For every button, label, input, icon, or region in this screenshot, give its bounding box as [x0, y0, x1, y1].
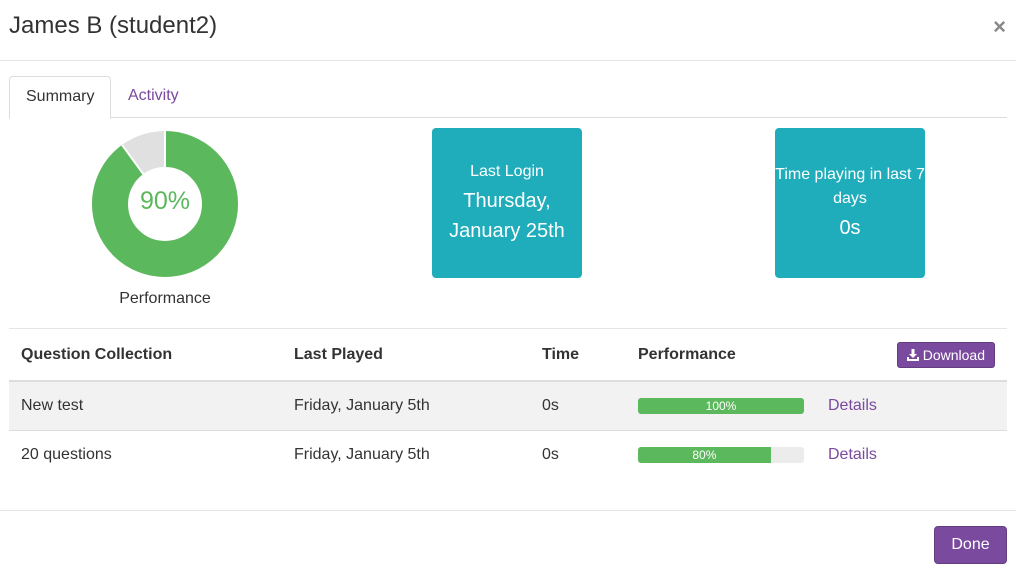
collection-name: 20 questions — [9, 429, 282, 479]
tab-bar: Summary Activity — [9, 76, 1007, 119]
header-last-played: Last Played — [282, 329, 530, 382]
collection-name: New test — [9, 380, 282, 430]
done-button[interactable]: Done — [934, 526, 1007, 564]
header-performance: Performance — [626, 329, 816, 382]
table-row: 20 questions Friday, January 5th 0s 80% … — [9, 429, 1007, 479]
modal-header: James B (student2) × — [0, 0, 1016, 61]
table-row: New test Friday, January 5th 0s 100% Det… — [9, 380, 1007, 430]
download-icon — [906, 348, 919, 361]
details-link[interactable]: Details — [828, 397, 877, 414]
last-login-value: Thursday, January 25th — [449, 190, 565, 242]
last-login-label: Last Login — [470, 163, 544, 180]
time-value: 0s — [530, 429, 626, 479]
progress-bar: 100% — [638, 397, 804, 414]
download-button[interactable]: Download — [896, 341, 995, 368]
tab-activity[interactable]: Activity — [112, 76, 195, 118]
progress-track: 80% — [638, 446, 804, 463]
time-playing-card: Time playing in last 7 days 0s — [775, 128, 925, 278]
performance-cell: 100% — [626, 380, 816, 430]
last-played-date: Friday, January 5th — [282, 429, 530, 479]
last-played-date: Friday, January 5th — [282, 380, 530, 430]
header-question-collection: Question Collection — [9, 329, 282, 382]
progress-bar: 80% — [638, 446, 771, 463]
last-login-card: Last Login Thursday, January 25th — [432, 128, 582, 278]
progress-track: 100% — [638, 397, 804, 414]
time-playing-label: Time playing in last 7 days — [775, 166, 925, 207]
close-icon[interactable]: × — [993, 15, 1006, 39]
details-cell: Details — [816, 380, 1007, 430]
time-value: 0s — [530, 380, 626, 430]
performance-donut-chart: 90% — [92, 131, 238, 277]
performance-cell: 80% — [626, 429, 816, 479]
performance-percent: 90% — [139, 187, 191, 215]
tab-summary[interactable]: Summary — [9, 76, 112, 119]
header-actions: Download — [816, 329, 1007, 382]
performance-caption: Performance — [119, 290, 211, 307]
details-link[interactable]: Details — [828, 446, 877, 463]
time-playing-value: 0s — [839, 217, 861, 239]
header-time: Time — [530, 329, 626, 382]
table-header-row: Question Collection Last Played Time Per… — [9, 329, 1007, 382]
details-cell: Details — [816, 429, 1007, 479]
collections-table: Question Collection Last Played Time Per… — [9, 329, 1007, 479]
modal-title: James B (student2) — [9, 12, 218, 39]
footer-divider — [0, 510, 1016, 511]
download-label: Download — [922, 346, 985, 363]
